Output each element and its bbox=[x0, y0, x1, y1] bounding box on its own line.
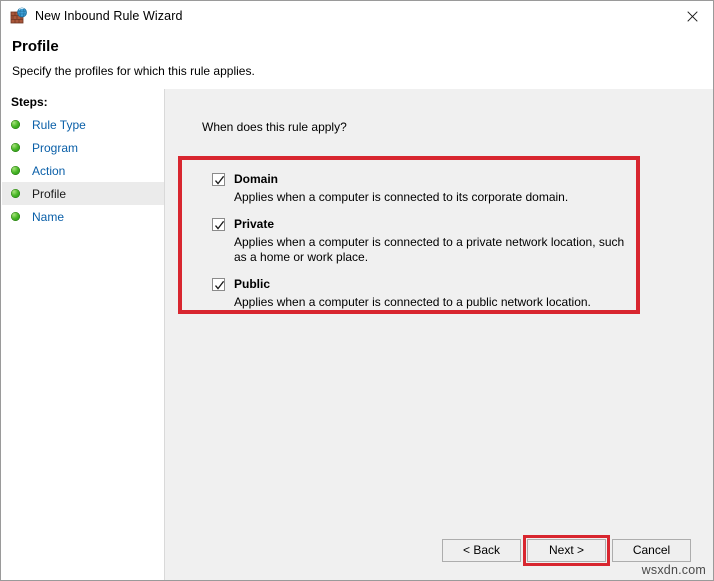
content-pane: When does this rule apply? Domain Applie… bbox=[165, 89, 714, 580]
option-label: Domain bbox=[234, 172, 278, 186]
option-private[interactable]: Private Applies when a computer is conne… bbox=[212, 216, 632, 265]
step-bullet-icon bbox=[11, 189, 20, 198]
next-button-annotation-box bbox=[523, 535, 610, 566]
option-description: Applies when a computer is connected to … bbox=[234, 295, 632, 310]
sidebar-item-name[interactable]: Name bbox=[2, 205, 164, 228]
back-button[interactable]: < Back bbox=[442, 539, 521, 562]
watermark: wsxdn.com bbox=[642, 563, 706, 577]
sidebar-item-program[interactable]: Program bbox=[2, 136, 164, 159]
sidebar-item-label: Name bbox=[32, 210, 64, 224]
step-bullet-icon bbox=[11, 166, 20, 175]
steps-sidebar: Steps: Rule Type Program Action Profile … bbox=[2, 89, 165, 580]
step-bullet-icon bbox=[11, 120, 20, 129]
option-public[interactable]: Public Applies when a computer is connec… bbox=[212, 276, 632, 310]
page-subtitle: Specify the profiles for which this rule… bbox=[12, 64, 255, 78]
domain-checkbox[interactable] bbox=[212, 173, 225, 186]
sidebar-item-action[interactable]: Action bbox=[2, 159, 164, 182]
close-icon[interactable] bbox=[669, 1, 714, 31]
title-bar: New Inbound Rule Wizard bbox=[1, 1, 714, 31]
page-header: Profile Specify the profiles for which t… bbox=[2, 31, 714, 89]
profile-options-annotation-box: Domain Applies when a computer is connec… bbox=[178, 156, 640, 314]
cancel-button[interactable]: Cancel bbox=[612, 539, 691, 562]
option-description: Applies when a computer is connected to … bbox=[234, 190, 632, 205]
sidebar-item-rule-type[interactable]: Rule Type bbox=[2, 113, 164, 136]
sidebar-item-label: Profile bbox=[32, 187, 66, 201]
sidebar-item-label: Action bbox=[32, 164, 65, 178]
private-checkbox[interactable] bbox=[212, 218, 225, 231]
profile-options-group: Domain Applies when a computer is connec… bbox=[212, 171, 632, 310]
option-description: Applies when a computer is connected to … bbox=[234, 235, 632, 265]
wizard-window: New Inbound Rule Wizard Profile Specify … bbox=[0, 0, 714, 581]
option-label: Public bbox=[234, 277, 270, 291]
sidebar-item-label: Program bbox=[32, 141, 78, 155]
firewall-globe-icon bbox=[10, 7, 28, 25]
option-label: Private bbox=[234, 217, 274, 231]
steps-heading: Steps: bbox=[11, 95, 164, 109]
public-checkbox[interactable] bbox=[212, 278, 225, 291]
window-title: New Inbound Rule Wizard bbox=[35, 9, 183, 23]
step-bullet-icon bbox=[11, 212, 20, 221]
sidebar-item-profile[interactable]: Profile bbox=[2, 182, 164, 205]
page-title: Profile bbox=[12, 38, 59, 55]
option-domain[interactable]: Domain Applies when a computer is connec… bbox=[212, 171, 632, 205]
sidebar-item-label: Rule Type bbox=[32, 118, 86, 132]
step-bullet-icon bbox=[11, 143, 20, 152]
question-label: When does this rule apply? bbox=[202, 120, 347, 134]
